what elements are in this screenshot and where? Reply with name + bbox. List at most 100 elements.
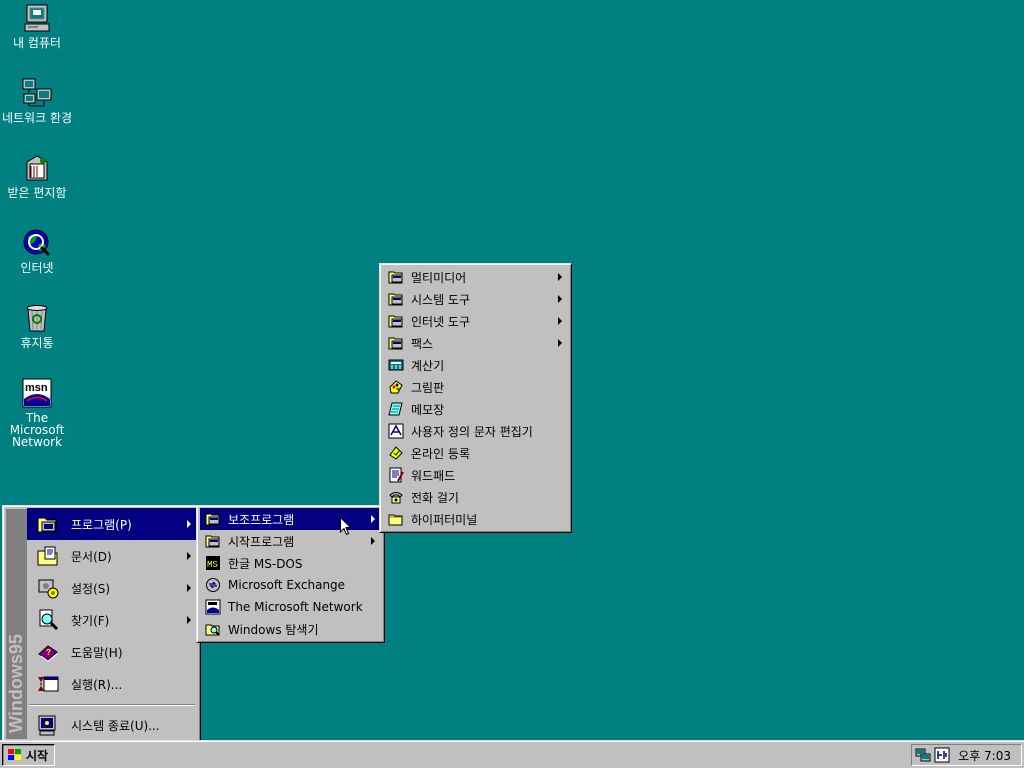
phone-dialer-icon [389,492,403,504]
start-menu-item-label: 프로그램(P) [71,517,132,532]
menu-item-label: The Microsoft Network [228,600,363,614]
accessories-item-registration[interactable]: 온라인 등록 [383,442,568,464]
program-group-icon [205,535,220,548]
start-button-label: 시작 [26,748,49,763]
accessories-item-paint[interactable]: 그림판 [383,376,568,398]
ime-tray-icon[interactable] [934,747,950,763]
submenu-arrow-icon [187,616,191,624]
desktop-icon-inbox[interactable]: 받은 편지함 [0,152,74,199]
start-menu-item-programs[interactable]: 프로그램(P) [27,508,197,540]
accessories-item-wordpad[interactable]: 워드패드 [383,464,568,486]
programs-item-exchange[interactable]: Microsoft Exchange [200,574,381,596]
shutdown-computer-icon [38,715,56,736]
explorer-icon [205,624,220,636]
system-tray: 오후 7:03 [911,744,1022,766]
program-group-icon [205,513,220,526]
menu-item-label: 계산기 [411,358,445,373]
submenu-arrow-icon [187,552,191,560]
submenu-arrow-icon [558,317,562,325]
start-menu-item-label: 찾기(F) [71,613,110,628]
start-menu-item-label: 시스템 종료(U)... [71,718,160,733]
recycle-bin-icon [26,305,48,332]
start-menu-item-help[interactable]: ? 도움말(H) [27,636,197,668]
programs-folder-icon [37,517,57,533]
desktop-icon-label: The Microsoft Network [9,411,65,449]
desktop-icon-internet[interactable]: 인터넷 [0,227,74,274]
start-menu-item-documents[interactable]: 문서(D) [27,540,197,572]
programs-menu: 보조프로그램 시작프로그램 MS 한글 MS-DOS Microsoft Exc… [196,505,385,643]
registration-icon [389,446,403,460]
submenu-arrow-icon [371,537,375,545]
help-book-icon: ? [38,645,58,662]
menu-item-label: 하이퍼터미널 [411,512,478,527]
my-computer-icon [24,4,50,32]
menu-item-label: 사용자 정의 문자 편집기 [411,424,533,439]
start-menu-banner-text: Windows95 [6,634,26,733]
start-menu: Windows95 프로그램(P) 문서(D) 설정(S) 찾기(F) ? 도움… [2,505,201,743]
start-menu-item-label: 실행(R)... [71,677,123,692]
menu-item-label: 한글 MS-DOS [228,556,303,571]
menu-item-label: 멀티미디어 [411,270,467,285]
desktop-icon-my-computer[interactable]: 내 컴퓨터 [0,2,74,49]
start-button[interactable]: 시작 [2,744,55,766]
ms-dos-icon: MS [206,556,220,570]
desktop-icon-label: 받은 편지함 [7,186,67,200]
program-group-icon [388,271,403,284]
char-editor-icon [388,423,404,439]
network-neighborhood-icon [22,78,52,107]
folder-icon [388,514,403,526]
submenu-arrow-icon [187,584,191,592]
programs-item-explorer[interactable]: Windows 탐색기 [200,618,381,640]
menu-item-label: 시스템 도구 [411,292,471,307]
programs-item-startup[interactable]: 시작프로그램 [200,530,381,552]
accessories-item-internet-tools[interactable]: 인터넷 도구 [383,310,568,332]
accessories-menu: 멀티미디어 시스템 도구 인터넷 도구 팩스 계산기 그림판 메모장 사용자 정… [379,263,572,533]
menu-item-label: 메모장 [411,402,445,417]
desktop-icon-label: 휴지통 [20,336,54,350]
menu-item-label: 그림판 [411,380,445,395]
programs-item-ms-dos[interactable]: MS 한글 MS-DOS [200,552,381,574]
inbox-icon [26,155,48,181]
submenu-arrow-icon [558,339,562,347]
accessories-item-hyperterminal[interactable]: 하이퍼터미널 [383,508,568,530]
accessories-item-system-tools[interactable]: 시스템 도구 [383,288,568,310]
menu-item-label: 전화 걸기 [411,490,459,505]
desktop-icon-label: 인터넷 [20,261,54,275]
menu-item-label: Windows 탐색기 [228,622,319,637]
desktop-icon-recycle-bin[interactable]: 휴지통 [0,302,74,349]
start-menu-item-run[interactable]: 실행(R)... [27,668,197,700]
documents-folder-icon [37,546,58,566]
taskbar: 시작 오후 7:03 [0,740,1024,768]
programs-item-accessories[interactable]: 보조프로그램 [200,508,381,530]
start-menu-separator [29,704,195,706]
accessories-item-multimedia[interactable]: 멀티미디어 [383,266,568,288]
network-tray-icon[interactable] [915,747,931,763]
accessories-item-phone-dialer[interactable]: 전화 걸기 [383,486,568,508]
menu-item-label: 온라인 등록 [411,446,471,461]
desktop-icon-msn[interactable]: msn The Microsoft Network [0,377,74,448]
accessories-item-notepad[interactable]: 메모장 [383,398,568,420]
program-group-icon [388,315,403,328]
accessories-item-char-editor[interactable]: 사용자 정의 문자 편집기 [383,420,568,442]
desktop-icon-network[interactable]: 네트워크 환경 [0,77,74,124]
start-menu-item-find[interactable]: 찾기(F) [27,604,197,636]
start-menu-item-settings[interactable]: 설정(S) [27,572,197,604]
menu-item-label: 팩스 [411,336,434,351]
wordpad-icon [389,467,404,483]
settings-icon [38,579,59,599]
submenu-arrow-icon [371,515,375,523]
menu-item-label: Microsoft Exchange [228,578,346,592]
start-menu-item-shutdown[interactable]: 시스템 종료(U)... [27,709,197,741]
accessories-item-calculator[interactable]: 계산기 [383,354,568,376]
programs-item-msn[interactable]: The Microsoft Network [200,596,381,618]
menu-item-label: 인터넷 도구 [411,314,471,329]
mouse-cursor-icon [340,517,352,536]
internet-icon [23,229,51,257]
menu-item-label: 워드패드 [411,468,456,483]
submenu-arrow-icon [558,273,562,281]
start-menu-item-label: 설정(S) [71,581,111,596]
taskbar-clock[interactable]: 오후 7:03 [958,747,1011,764]
calculator-icon [388,359,404,371]
msn-icon [205,599,221,615]
accessories-item-fax[interactable]: 팩스 [383,332,568,354]
